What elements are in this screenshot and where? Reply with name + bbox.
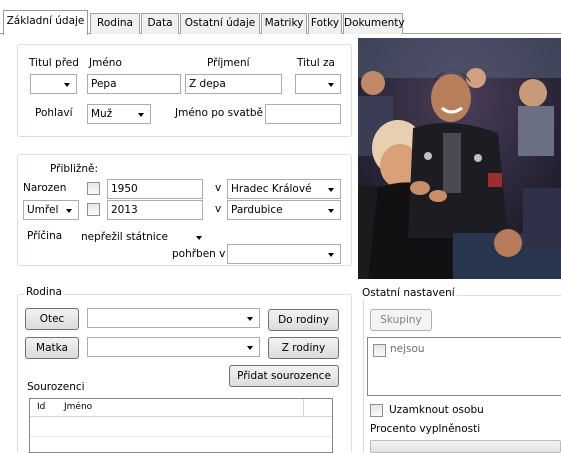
mother-select[interactable] [87,337,260,357]
chevron-down-icon [138,113,144,117]
chevron-down-icon [328,209,334,213]
died-approx-checkbox[interactable] [87,203,100,216]
died-place-select[interactable]: Pardubice [227,200,341,220]
died-place-value: Pardubice [231,204,283,216]
tab-family[interactable]: Rodina [90,13,140,34]
chevron-down-icon [66,209,72,213]
cause-label: Příčina [27,230,63,242]
other-settings-legend: Ostatní nastavení [360,287,457,299]
tab-basic-info[interactable]: Základní údaje [3,10,88,35]
chevron-down-icon [328,253,334,257]
groups-button[interactable]: Skupiny [370,309,432,331]
mother-button[interactable]: Matka [25,337,79,359]
died-select-value: Umřel [27,204,59,216]
chevron-down-icon [328,188,334,192]
groups-item-label: nejsou [390,343,425,355]
buried-label: pohřben v [172,248,226,260]
born-label: Narozen [23,182,67,194]
tab-registers[interactable]: Matriky [261,13,307,34]
title-after-label: Titul za [297,57,335,69]
column-header-name[interactable]: Jméno [64,402,92,412]
died-place-prefix: v [215,203,222,215]
first-name-label: Jméno [89,57,122,69]
tab-data[interactable]: Data [141,13,179,34]
approx-label: Přibližně: [50,163,99,175]
father-button[interactable]: Otec [25,308,79,330]
completeness-label: Procento vyplněnosti [370,423,481,435]
maiden-name-label: Jméno po svatbě [175,107,263,119]
title-before-label: Titul před [29,57,79,69]
lock-person-checkbox[interactable] [370,404,383,417]
born-year-input[interactable]: 1950 [107,179,203,199]
photo-image [358,38,561,279]
add-sibling-button[interactable]: Přidat sourozence [229,365,339,387]
sex-label: Pohlaví [35,107,73,119]
cause-select-value: nepřežil státnice [81,231,168,243]
born-place-select[interactable]: Hradec Králové [227,179,341,199]
title-after-select[interactable] [295,74,341,94]
surname-input[interactable]: Z depa [185,74,282,94]
chevron-down-icon [247,317,253,321]
siblings-grid-header: Id Jméno [30,399,332,417]
tab-other-info[interactable]: Ostatní údaje [180,13,260,34]
father-select[interactable] [87,308,260,328]
lock-person-label: Uzamknout osobu [389,404,484,416]
born-place-prefix: v [215,182,222,194]
buried-place-select[interactable] [227,244,341,264]
chevron-down-icon [196,236,202,240]
father-to-family-button[interactable]: Do rodiny [268,309,339,331]
born-place-value: Hradec Králové [231,183,312,195]
title-before-select[interactable] [30,74,77,94]
column-divider [303,399,304,417]
family-legend: Rodina [24,286,64,298]
siblings-label: Sourozenci [27,381,85,393]
column-header-id[interactable]: Id [37,402,45,412]
tab-documents[interactable]: Dokumenty [343,13,405,34]
siblings-grid[interactable]: Id Jméno [29,398,333,453]
groups-item-checkbox[interactable] [373,344,386,357]
chevron-down-icon [64,83,70,87]
maiden-name-input[interactable] [265,104,341,124]
groups-list[interactable]: nejsou [367,337,561,396]
sex-select-value: Muž [91,108,113,120]
born-approx-checkbox[interactable] [87,182,100,195]
person-photo [358,38,561,279]
mother-from-family-button[interactable]: Z rodiny [268,337,339,359]
completeness-progress-bar [370,440,561,453]
surname-label: Příjmení [207,57,250,69]
cause-select[interactable]: nepřežil státnice [77,227,209,247]
chevron-down-icon [328,83,334,87]
tab-photos[interactable]: Fotky [308,13,342,34]
chevron-down-icon [247,346,253,350]
died-select[interactable]: Umřel [23,200,79,220]
died-year-input[interactable]: 2013 [107,200,203,220]
sex-select[interactable]: Muž [87,104,151,124]
table-row [30,436,332,437]
first-name-input[interactable]: Pepa [87,74,181,94]
tab-strip: Základní údaje Rodina Data Ostatní údaje… [0,0,561,35]
